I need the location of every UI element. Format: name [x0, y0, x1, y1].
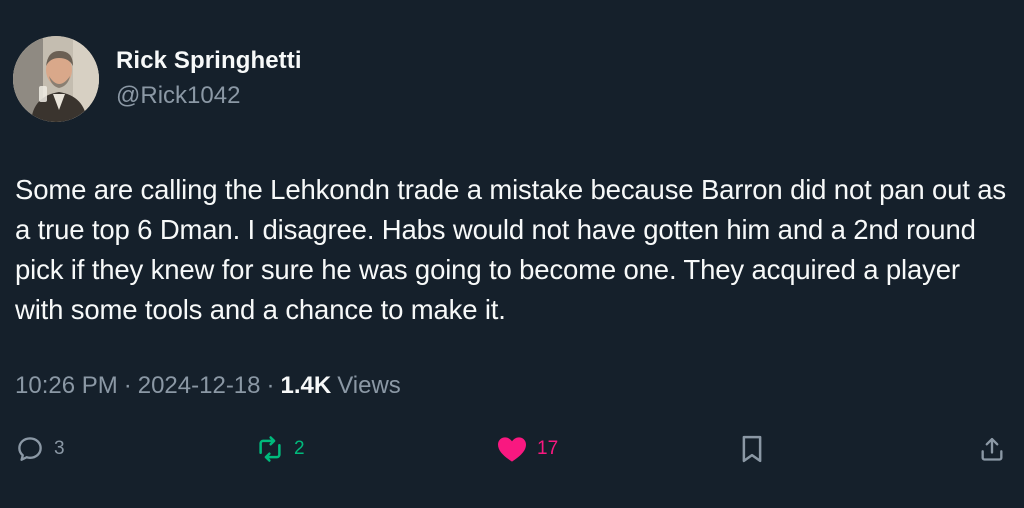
retweet-icon — [259, 436, 281, 462]
author-handle[interactable]: @Rick1042 — [116, 82, 240, 110]
like-count: 17 — [537, 438, 559, 459]
reply-count: 3 — [54, 438, 65, 459]
retweet-count: 2 — [294, 438, 305, 459]
tweet-text: Some are calling the Lehkondn trade a mi… — [15, 174, 1007, 325]
tweet-date[interactable]: 2024-12-18 — [138, 372, 261, 399]
views-count[interactable]: 1.4K — [281, 372, 332, 399]
bookmark-icon — [742, 435, 762, 463]
tweet-time[interactable]: 10:26 PM — [15, 372, 118, 399]
author-display-name[interactable]: Rick Springhetti — [116, 47, 302, 75]
share-icon — [981, 437, 1003, 461]
tweet-meta: 10:26 PM · 2024-12-18 · 1.4K Views — [15, 372, 401, 400]
views-label[interactable]: Views — [337, 372, 401, 399]
separator-dot: · — [266, 372, 275, 399]
profile-photo — [13, 36, 99, 122]
avatar[interactable] — [13, 36, 99, 122]
separator-dot: · — [123, 372, 132, 399]
reply-icon — [18, 437, 42, 461]
heart-icon — [498, 437, 526, 462]
share-button[interactable] — [978, 432, 1006, 466]
reply-button[interactable]: 3 — [15, 432, 65, 466]
bookmark-button[interactable] — [739, 432, 765, 466]
retweet-button[interactable]: 2 — [255, 432, 305, 466]
like-button[interactable]: 17 — [496, 432, 558, 466]
